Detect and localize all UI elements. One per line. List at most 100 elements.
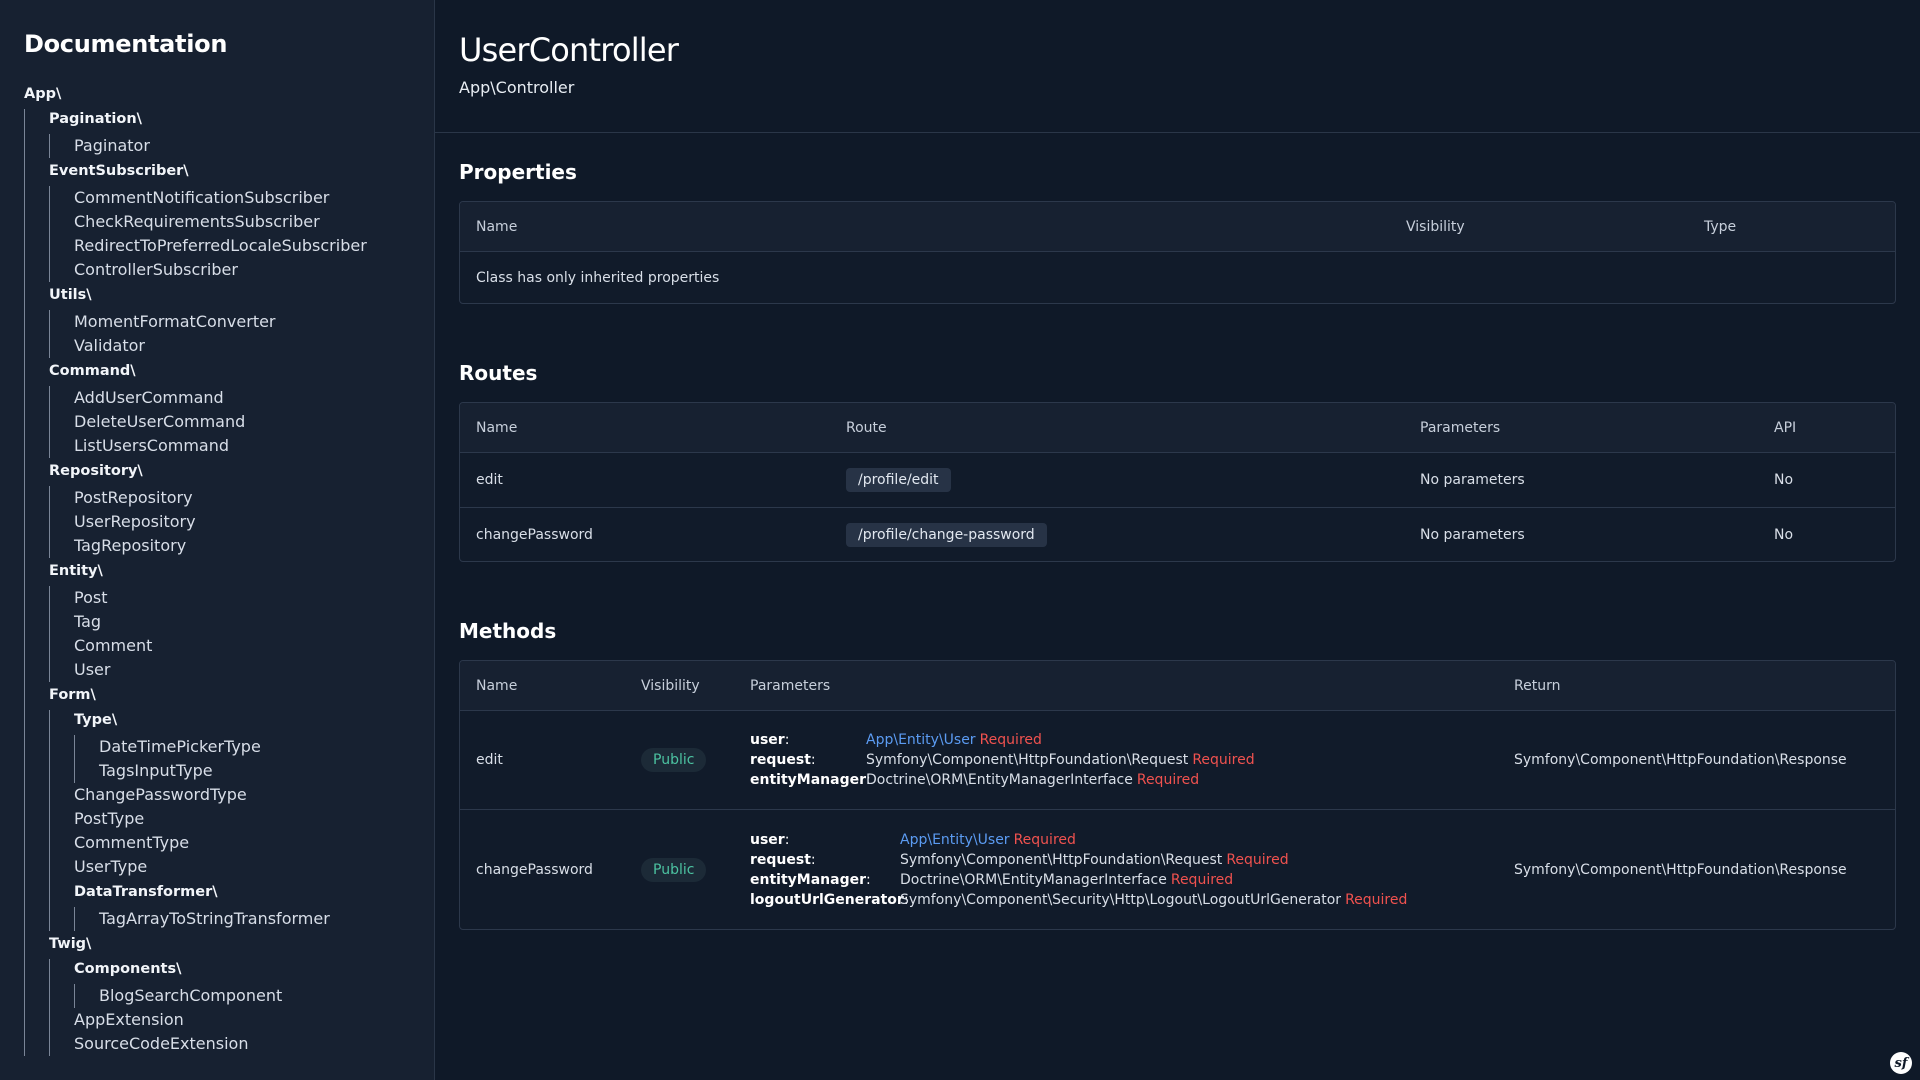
- param-type: Symfony\Component\Security\Http\Logout\L…: [900, 891, 1342, 908]
- column-header-api: API: [1774, 419, 1797, 436]
- route-api: No: [1774, 526, 1794, 543]
- param-type: Symfony\Component\HttpFoundation\Request: [866, 752, 1189, 768]
- column-header-return: Return: [1514, 677, 1561, 694]
- routes-section: Routes Name Route Parameters API edit /p…: [435, 360, 1920, 562]
- required-label: Required: [1226, 851, 1289, 868]
- tree-class-posttype[interactable]: PostType: [74, 807, 410, 831]
- table-row: changePassword Public user: App\Entity\U…: [460, 809, 1895, 929]
- table-row: edit /profile/edit No parameters No: [460, 452, 1895, 507]
- tree-class-momentformatconverter[interactable]: MomentFormatConverter: [74, 310, 410, 334]
- tree-class-tag[interactable]: Tag: [74, 610, 410, 634]
- tree-namespace-form-type[interactable]: Type\: [74, 710, 410, 730]
- column-header-name: Name: [476, 218, 518, 235]
- tree-namespace-command[interactable]: Command\: [49, 361, 410, 381]
- properties-table: Name Visibility Type Class has only inhe…: [459, 201, 1896, 304]
- route-name: edit: [476, 472, 503, 488]
- tree-class-blogsearchcomponent[interactable]: BlogSearchComponent: [99, 984, 410, 1008]
- column-header-visibility: Visibility: [641, 677, 700, 694]
- column-header-parameters: Parameters: [750, 677, 831, 694]
- param-name: logoutUrlGenerator: [750, 891, 904, 908]
- properties-empty-message: Class has only inherited properties: [476, 269, 720, 286]
- required-label: Required: [1013, 831, 1076, 848]
- routes-heading: Routes: [459, 361, 538, 385]
- sidebar: Documentation App\ Pagination\ Paginator…: [0, 0, 435, 1080]
- tree-class-changepasswordtype[interactable]: ChangePasswordType: [74, 783, 410, 807]
- tree-class-validator[interactable]: Validator: [74, 334, 410, 358]
- tree-class-tagrepository[interactable]: TagRepository: [74, 534, 410, 558]
- param-type: Symfony\Component\HttpFoundation\Request: [900, 851, 1223, 868]
- sidebar-title: Documentation: [24, 30, 228, 58]
- required-label: Required: [1136, 772, 1200, 788]
- required-label: Required: [1170, 871, 1234, 888]
- method-name: edit: [476, 752, 503, 768]
- tree-class-sourcecodeextension[interactable]: SourceCodeExtension: [74, 1032, 410, 1056]
- column-header-name: Name: [476, 419, 518, 436]
- tree-class-postrepository[interactable]: PostRepository: [74, 486, 410, 510]
- param-name: entityManager: [750, 871, 866, 888]
- required-label: Required: [979, 732, 1042, 748]
- required-label: Required: [1192, 752, 1255, 768]
- route-path: /profile/change-password: [846, 522, 1047, 547]
- tree-namespace-eventsubscriber[interactable]: EventSubscriber\: [49, 161, 410, 181]
- tree-namespace-entity[interactable]: Entity\: [49, 561, 410, 581]
- param-name: entityManager: [750, 772, 866, 788]
- param-name: request: [750, 752, 811, 768]
- namespace-tree: App\ Pagination\ Paginator EventSubscrib…: [24, 84, 410, 1056]
- route-path: /profile/edit: [846, 468, 951, 492]
- properties-table-header: Name Visibility Type: [460, 202, 1895, 251]
- param-name: user: [750, 732, 785, 748]
- tree-class-addusercommand[interactable]: AddUserCommand: [74, 386, 410, 410]
- routes-table: Name Route Parameters API edit /profile/…: [459, 402, 1896, 562]
- tree-namespace-twig-components[interactable]: Components\: [74, 959, 410, 979]
- visibility-badge: Public: [641, 857, 707, 882]
- tree-namespace-twig[interactable]: Twig\: [49, 934, 410, 954]
- method-return: Symfony\Component\HttpFoundation\Respons…: [1514, 752, 1847, 768]
- tree-class-appextension[interactable]: AppExtension: [74, 1008, 410, 1032]
- methods-section: Methods Name Visibility Parameters Retur…: [435, 618, 1920, 930]
- table-row: changePassword /profile/change-password …: [460, 507, 1895, 561]
- routes-table-header: Name Route Parameters API: [460, 403, 1895, 452]
- tree-namespace-repository[interactable]: Repository\: [49, 461, 410, 481]
- tree-class-commenttype[interactable]: CommentType: [74, 831, 410, 855]
- tree-class-commentnotificationsubscriber[interactable]: CommentNotificationSubscriber: [74, 186, 410, 210]
- tree-class-checkrequirementssubscriber[interactable]: CheckRequirementsSubscriber: [74, 210, 410, 234]
- tree-namespace-form[interactable]: Form\: [49, 685, 410, 705]
- tree-namespace-pagination[interactable]: Pagination\: [49, 109, 410, 129]
- method-params: user: App\Entity\User Required request: S…: [750, 831, 1408, 908]
- column-header-type: Type: [1704, 218, 1737, 235]
- tree-class-tagarraytostringtransformer[interactable]: TagArrayToStringTransformer: [99, 907, 410, 931]
- tree-namespace-form-datatransformer[interactable]: DataTransformer\: [74, 882, 410, 902]
- class-namespace: App\Controller: [459, 78, 575, 97]
- route-name: changePassword: [476, 526, 593, 543]
- tree-class-comment[interactable]: Comment: [74, 634, 410, 658]
- tree-class-paginator[interactable]: Paginator: [74, 134, 410, 158]
- tree-class-usertype[interactable]: UserType: [74, 855, 410, 879]
- tree-class-redirecttopreferredlocalesubscriber[interactable]: RedirectToPreferredLocaleSubscriber: [74, 234, 410, 258]
- method-name: changePassword: [476, 861, 593, 878]
- tree-class-user[interactable]: User: [74, 658, 410, 682]
- tree-class-controllersubscriber[interactable]: ControllerSubscriber: [74, 258, 410, 282]
- column-header-parameters: Parameters: [1420, 419, 1501, 436]
- method-return: Symfony\Component\HttpFoundation\Respons…: [1514, 861, 1847, 878]
- param-type-link[interactable]: App\Entity\User: [900, 832, 1010, 848]
- required-label: Required: [1345, 891, 1408, 908]
- route-api: No: [1774, 472, 1794, 488]
- methods-table: Name Visibility Parameters Return edit P…: [459, 660, 1896, 930]
- tree-class-listuserscommand[interactable]: ListUsersCommand: [74, 434, 410, 458]
- class-title: UserController: [459, 31, 679, 69]
- tree-class-tagsinputtype[interactable]: TagsInputType: [99, 759, 410, 783]
- main-content: UserController App\Controller Properties…: [435, 0, 1920, 1080]
- tree-class-userrepository[interactable]: UserRepository: [74, 510, 410, 534]
- tree-class-datetimepickertype[interactable]: DateTimePickerType: [99, 735, 410, 759]
- methods-table-header: Name Visibility Parameters Return: [460, 661, 1895, 710]
- tree-children-app: Pagination\ Paginator EventSubscriber\ C…: [24, 109, 410, 1056]
- table-row: Class has only inherited properties: [460, 251, 1895, 303]
- symfony-logo-icon: sf: [1890, 1052, 1912, 1074]
- class-header: UserController App\Controller: [435, 0, 1920, 133]
- tree-class-post[interactable]: Post: [74, 586, 410, 610]
- tree-namespace-app[interactable]: App\: [24, 84, 410, 104]
- tree-namespace-utils[interactable]: Utils\: [49, 285, 410, 305]
- table-row: edit Public user: App\Entity\User Require…: [460, 710, 1895, 809]
- tree-class-deleteusercommand[interactable]: DeleteUserCommand: [74, 410, 410, 434]
- param-type-link[interactable]: App\Entity\User: [866, 732, 976, 748]
